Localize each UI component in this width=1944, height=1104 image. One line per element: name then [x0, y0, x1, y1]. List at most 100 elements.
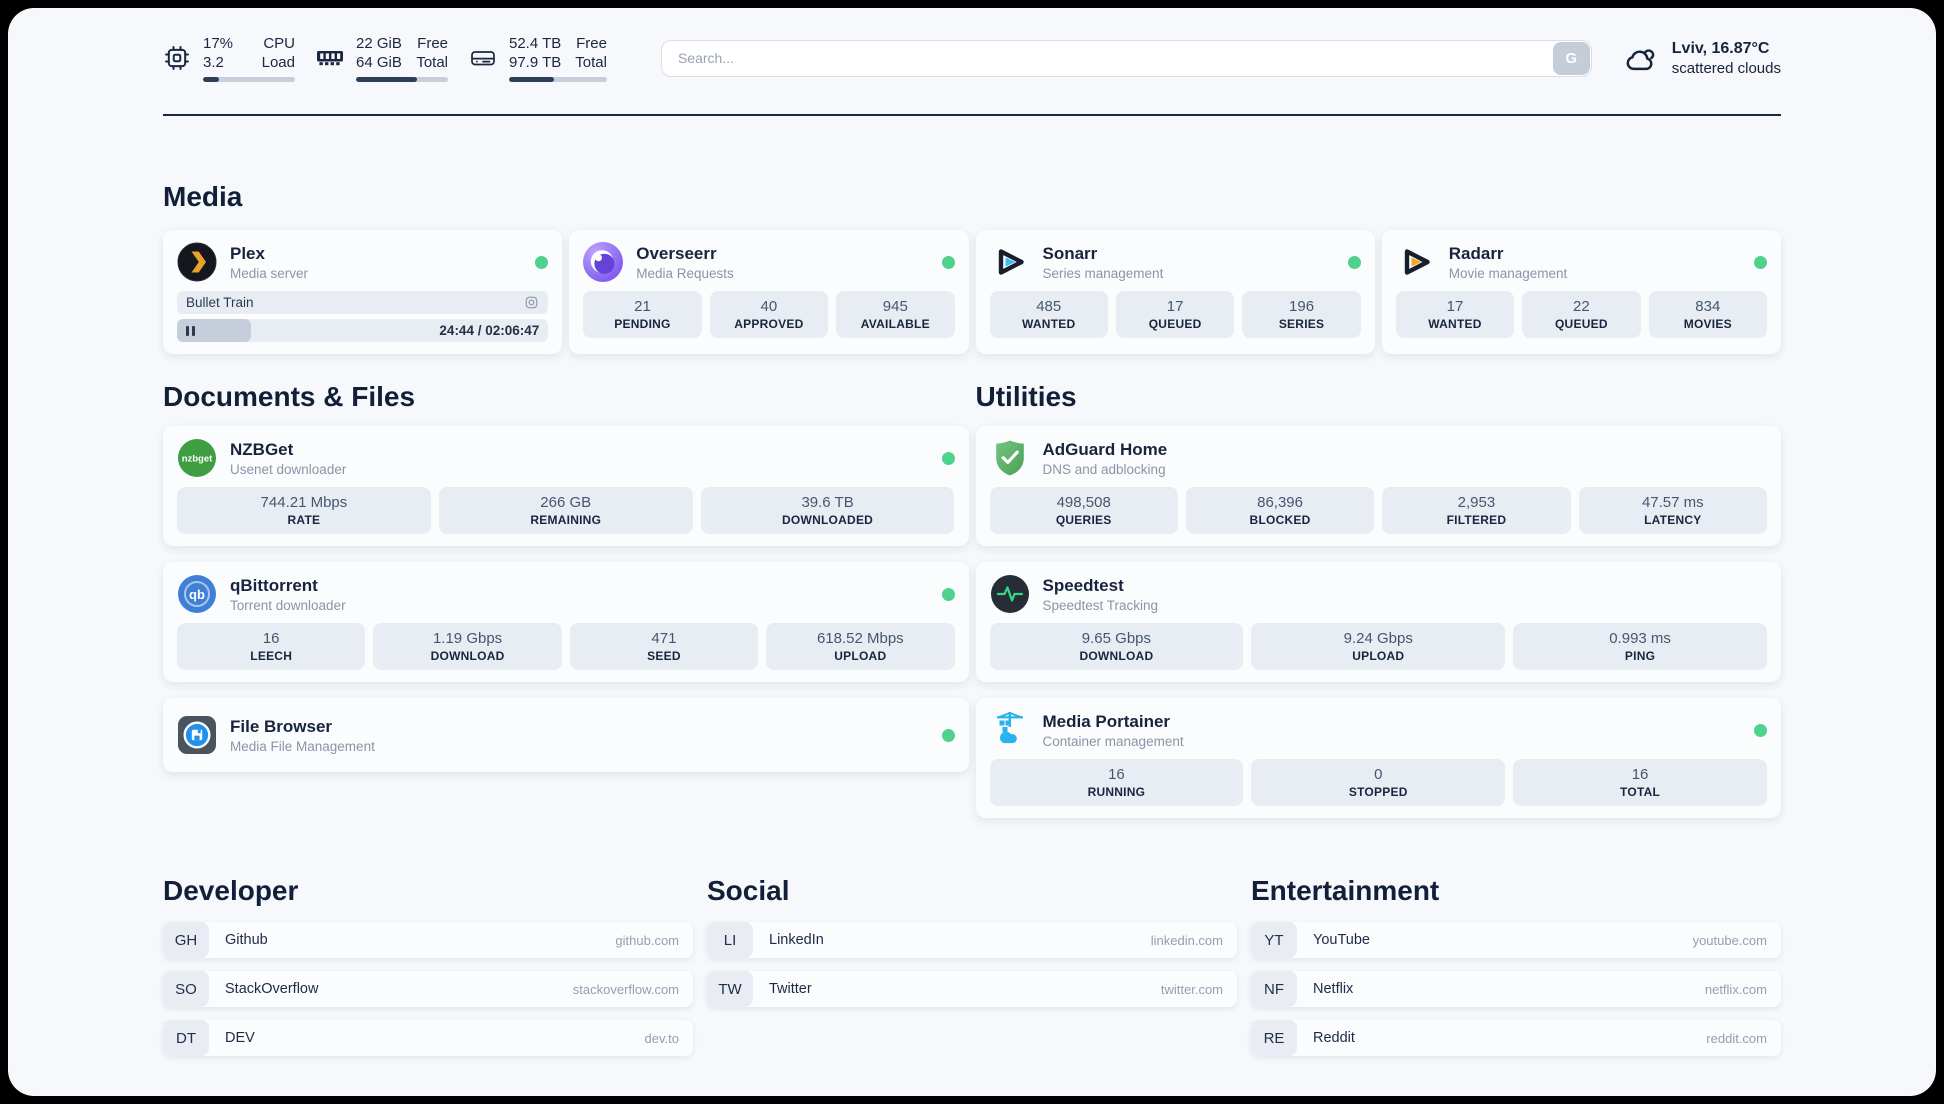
app-card-portainer[interactable]: Media Portainer Container management 16 R…: [975, 698, 1781, 818]
stat-total: 16 TOTAL: [1513, 759, 1767, 806]
stat-queries: 498,508 QUERIES: [989, 487, 1178, 534]
bookmark-dev[interactable]: DT DEV dev.to: [163, 1020, 693, 1056]
filebrowser-icon: [177, 715, 217, 755]
search-input[interactable]: [660, 39, 1592, 77]
stat-remaining: 266 GB REMAINING: [438, 487, 693, 534]
now-playing-title: Bullet Train: [186, 295, 254, 310]
app-name: NZBGet: [230, 439, 294, 459]
bookmark-linkedin[interactable]: LI LinkedIn linkedin.com: [707, 922, 1237, 958]
app-name: AdGuard Home: [1042, 439, 1168, 459]
section-title-developer: Developer: [163, 875, 299, 906]
sonarr-icon: [990, 242, 1030, 282]
bookmark-youtube[interactable]: YT YouTube youtube.com: [1251, 922, 1781, 958]
stat-leech: 16 LEECH: [177, 623, 366, 670]
app-name: Plex: [230, 243, 265, 263]
bookmark-abbr: SO: [163, 971, 209, 1007]
dashboard: 17% 3.2 CPU Load 22 GiB 64 GiB Free Tota…: [8, 8, 1936, 1096]
bookmark-reddit[interactable]: RE Reddit reddit.com: [1251, 1020, 1781, 1056]
app-name: Sonarr: [1042, 243, 1098, 263]
stat-downloaded: 39.6 TB DOWNLOADED: [700, 487, 955, 534]
pause-icon[interactable]: [186, 325, 195, 336]
bookmark-url: stackoverflow.com: [572, 981, 679, 997]
app-name: Radarr: [1448, 243, 1504, 263]
media-cards-row: Plex Media server Bullet Train 24:44 / 0…: [163, 230, 1781, 354]
app-name: qBittorrent: [230, 575, 318, 595]
bookmark-abbr: NF: [1251, 971, 1297, 1007]
portainer-icon: [990, 710, 1030, 750]
stat-approved: 40 APPROVED: [709, 291, 829, 338]
bookmark-name: YouTube: [1313, 932, 1370, 948]
status-dot: [941, 451, 955, 465]
memory-usage-widget: 22 GiB 64 GiB Free Total: [316, 34, 448, 82]
app-description: Torrent downloader: [230, 597, 346, 613]
svg-text:qb: qb: [189, 587, 205, 602]
bookmark-github[interactable]: GH Github github.com: [163, 922, 693, 958]
bookmark-abbr: DT: [163, 1020, 209, 1056]
app-card-overseerr[interactable]: Overseerr Media Requests 21 PENDING 40 APP…: [569, 230, 969, 354]
app-card-plex[interactable]: Plex Media server Bullet Train 24:44 / 0…: [163, 230, 563, 354]
app-description: Media Requests: [636, 265, 734, 281]
section-title-social: Social: [707, 875, 790, 906]
app-card-filebrowser[interactable]: File Browser Media File Management: [163, 698, 969, 772]
bookmark-abbr: LI: [707, 922, 753, 958]
app-description: Container management: [1042, 733, 1184, 749]
now-playing-row: Bullet Train: [177, 291, 549, 314]
app-description: Series management: [1042, 265, 1164, 281]
stat-wanted: 485 WANTED: [989, 291, 1108, 338]
status-dot: [1754, 255, 1767, 269]
memory-labels: Free Total: [416, 35, 448, 71]
screenshot-icon[interactable]: [524, 295, 539, 310]
stat-seed: 471 SEED: [569, 623, 759, 670]
stat-wanted: 17 WANTED: [1395, 291, 1515, 338]
storage-icon: [469, 46, 497, 70]
app-description: DNS and adblocking: [1042, 461, 1166, 477]
qbittorrent-icon: qb: [177, 574, 217, 614]
cpu-progress-bar: [203, 77, 295, 82]
memory-icon: [316, 48, 344, 68]
stat-download: 9.65 Gbps DOWNLOAD: [989, 623, 1244, 670]
header-divider: [163, 114, 1781, 116]
app-card-qbittorrent[interactable]: qb qBittorrent Torrent downloader 16 LEEC…: [163, 562, 969, 682]
storage-labels: Free Total: [575, 35, 607, 71]
status-dot: [941, 728, 955, 742]
stat-queued: 17 QUEUED: [1115, 291, 1235, 338]
status-dot: [941, 255, 955, 269]
stat-download: 1.19 Gbps DOWNLOAD: [373, 623, 562, 670]
bookmark-name: Twitter: [769, 981, 812, 997]
social-column: Social LI LinkedIn linkedin.com TW Twitt…: [707, 874, 1237, 1056]
app-name: Media Portainer: [1042, 711, 1171, 731]
app-description: Speedtest Tracking: [1042, 597, 1159, 613]
app-card-adguard[interactable]: AdGuard Home DNS and adblocking 498,508 Q…: [975, 426, 1781, 546]
section-title-utilities: Utilities: [975, 381, 1077, 412]
app-card-sonarr[interactable]: Sonarr Series management 485 WANTED 17 QUE…: [975, 230, 1375, 354]
search-provider-button[interactable]: G: [1552, 41, 1590, 75]
entertainment-column: Entertainment YT YouTube youtube.com NF …: [1251, 874, 1781, 1056]
weather-widget: Lviv, 16.87°C scattered clouds: [1623, 39, 1781, 78]
app-card-nzbget[interactable]: nzbget NZBGet Usenet downloader 744.21 M…: [163, 426, 969, 546]
bookmark-url: linkedin.com: [1150, 932, 1223, 948]
bookmark-netflix[interactable]: NF Netflix netflix.com: [1251, 971, 1781, 1007]
section-title-entertainment: Entertainment: [1251, 875, 1440, 906]
app-card-speedtest[interactable]: Speedtest Speedtest Tracking 9.65 Gbps DO…: [975, 562, 1781, 682]
app-description: Media server: [230, 265, 309, 281]
status-dot: [1347, 255, 1361, 269]
bookmark-stackoverflow[interactable]: SO StackOverflow stackoverflow.com: [163, 971, 693, 1007]
stat-blocked: 86,396 BLOCKED: [1185, 487, 1375, 534]
bookmark-url: reddit.com: [1706, 1030, 1767, 1046]
stat-ping: 0.993 ms PING: [1513, 623, 1767, 670]
storage-progress-bar: [509, 77, 607, 82]
app-description: Movie management: [1448, 265, 1568, 281]
weather-location: Lviv, 16.87°C: [1671, 39, 1770, 57]
stat-filtered: 2,953 FILTERED: [1382, 487, 1571, 534]
bookmark-twitter[interactable]: TW Twitter twitter.com: [707, 971, 1237, 1007]
stat-upload: 618.52 Mbps UPLOAD: [766, 623, 955, 670]
app-card-radarr[interactable]: Radarr Movie management 17 WANTED 22 QUEUE…: [1381, 230, 1781, 354]
cpu-icon: [163, 44, 191, 72]
section-title-media: Media: [163, 181, 243, 212]
app-name: Overseerr: [636, 243, 717, 263]
bookmark-name: StackOverflow: [225, 981, 319, 997]
playback-seek-bar[interactable]: 24:44 / 02:06:47: [177, 319, 549, 342]
developer-column: Developer GH Github github.com SO StackO…: [163, 874, 693, 1056]
memory-values: 22 GiB 64 GiB: [356, 35, 402, 71]
weather-condition: scattered clouds: [1671, 59, 1781, 77]
